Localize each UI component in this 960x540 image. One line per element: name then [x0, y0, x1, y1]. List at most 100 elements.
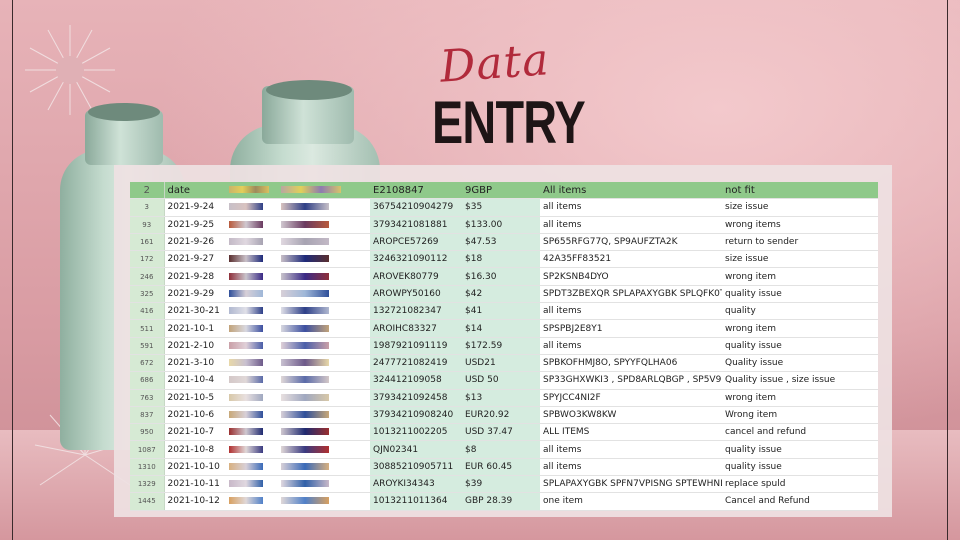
- order-id-cell: AROWPY50160: [370, 285, 462, 304]
- table-row: 686 2021-10-4 324412109058 USD 50 SP33GHXWKI…: [130, 371, 878, 390]
- items-cell: SP33GHXWKI3 , SPD8ARLQBGP , SP5V9PI: [540, 371, 722, 390]
- redaction-block: [229, 324, 263, 332]
- redaction-block: [229, 238, 263, 246]
- redaction-block: [229, 307, 263, 315]
- redacted-cell: [278, 267, 370, 286]
- date-cell: 2021-10-1: [164, 319, 226, 338]
- reason-cell: quality issue: [722, 285, 878, 304]
- row-number: 93: [130, 216, 165, 234]
- redacted-cell: [278, 423, 370, 442]
- redaction-block: [229, 497, 263, 505]
- redaction-block: [281, 428, 329, 436]
- order-id-cell: 1013211011364: [370, 492, 462, 511]
- row-number: 3: [130, 198, 165, 217]
- date-cell: 2021-10-11: [164, 475, 226, 494]
- frame-left-border: [12, 0, 13, 540]
- redacted-cell: [226, 389, 278, 407]
- table-row: 161 2021-9-26 AROPCE57269 $47.53 SP655RFG77Q…: [130, 233, 878, 252]
- redacted-cell: [226, 337, 278, 355]
- redaction-block: [229, 203, 263, 211]
- redaction-block: [281, 220, 329, 228]
- redaction-block: [229, 462, 263, 470]
- redaction-block: [281, 462, 329, 470]
- items-cell: SP655RFG77Q, SP9AUFZTA2K: [540, 233, 722, 252]
- redacted-cell: [226, 233, 278, 252]
- reason-cell: Quality issue: [722, 354, 878, 373]
- items-cell: all items: [540, 458, 722, 477]
- reason-cell: wrong item: [722, 319, 878, 338]
- column-header-reason: not fit: [722, 182, 878, 200]
- reason-cell: quality: [722, 302, 878, 321]
- items-cell: SP2KSNB4DYO: [540, 267, 722, 286]
- redaction-block: [281, 255, 329, 263]
- redaction-block: [281, 238, 329, 246]
- order-id-cell: 3793421092458: [370, 389, 462, 407]
- redacted-cell: [226, 267, 278, 286]
- redaction-block: [281, 324, 329, 332]
- date-cell: 2021-10-6: [164, 406, 226, 425]
- items-cell: SPBKOFHMJ8O, SPYYFQLHA06: [540, 354, 722, 373]
- column-header-id: E2108847: [370, 182, 462, 200]
- table-row: 1310 2021-10-10 30885210905711 EUR 60.45 all…: [130, 458, 878, 477]
- redaction-block: [281, 411, 329, 418]
- redacted-cell: [278, 492, 370, 511]
- order-id-cell: AROIHC83327: [370, 319, 462, 338]
- redacted-cell: [278, 182, 370, 200]
- row-number: 1087: [130, 440, 165, 459]
- redacted-cell: [226, 198, 278, 217]
- column-header-date: date: [164, 182, 226, 200]
- redacted-cell: [278, 285, 370, 304]
- table-row: 672 2021-3-10 2477721082419 USD21 SPBKOFHMJ8…: [130, 354, 878, 373]
- amount-cell: $39: [462, 475, 540, 494]
- redaction-block: [281, 480, 329, 488]
- items-cell: all items: [540, 302, 722, 321]
- amount-cell: $47.53: [462, 233, 540, 252]
- table-row: 1087 2021-10-8 QJN02341 $8 all items quality …: [130, 440, 878, 459]
- row-number: 672: [130, 354, 165, 373]
- redaction-block: [281, 341, 329, 349]
- redacted-cell: [226, 216, 278, 234]
- table-row: 172 2021-9-27 3246321090112 $18 42A35FF83521…: [130, 250, 878, 269]
- redaction-block: [281, 272, 329, 280]
- date-cell: 2021-30-21: [164, 302, 226, 321]
- table-header-row: 2 date E2108847 9GBP All items not fit: [130, 182, 878, 200]
- row-number: 325: [130, 285, 165, 304]
- items-cell: one item: [540, 492, 722, 511]
- order-id-cell: AROYKI34343: [370, 475, 462, 494]
- table-row: 950 2021-10-7 1013211002205 USD 37.47 ALL IT…: [130, 423, 878, 442]
- redacted-cell: [226, 319, 278, 338]
- order-id-cell: 1987921091119: [370, 337, 462, 355]
- items-cell: SPYJCC4NI2F: [540, 389, 722, 407]
- date-cell: 2021-10-7: [164, 423, 226, 442]
- date-cell: 2021-10-5: [164, 389, 226, 407]
- order-id-cell: 36754210904279: [370, 198, 462, 217]
- amount-cell: GBP 28.39: [462, 492, 540, 511]
- vase-left-mouth: [88, 103, 160, 121]
- reason-cell: wrong items: [722, 216, 878, 234]
- row-number: 837: [130, 406, 165, 425]
- title-main: ENTRY: [432, 89, 586, 156]
- order-id-cell: 324412109058: [370, 371, 462, 390]
- redaction-block: [229, 359, 263, 367]
- redacted-cell: [226, 406, 278, 425]
- table-row: 763 2021-10-5 3793421092458 $13 SPYJCC4NI2F w…: [130, 389, 878, 407]
- row-number: 1329: [130, 475, 165, 494]
- reason-cell: size issue: [722, 250, 878, 269]
- reason-cell: size issue: [722, 198, 878, 217]
- order-id-cell: 2477721082419: [370, 354, 462, 373]
- reason-cell: cancel and refund: [722, 423, 878, 442]
- date-cell: 2021-10-12: [164, 492, 226, 511]
- items-cell: all items: [540, 337, 722, 355]
- items-cell: ALL ITEMS: [540, 423, 722, 442]
- amount-cell: USD 50: [462, 371, 540, 390]
- redaction-block: [229, 411, 263, 418]
- reason-cell: return to sender: [722, 233, 878, 252]
- vase-right-mouth: [266, 80, 352, 100]
- items-cell: SPLAPAXYGBK SPFN7VPISNG SPTEWHNLE: [540, 475, 722, 494]
- table-row: 3 2021-9-24 36754210904279 $35 all items size…: [130, 198, 878, 217]
- amount-cell: USD21: [462, 354, 540, 373]
- date-cell: 2021-9-27: [164, 250, 226, 269]
- redaction-block: [229, 289, 263, 297]
- row-number: 1310: [130, 458, 165, 477]
- row-number: 511: [130, 319, 165, 338]
